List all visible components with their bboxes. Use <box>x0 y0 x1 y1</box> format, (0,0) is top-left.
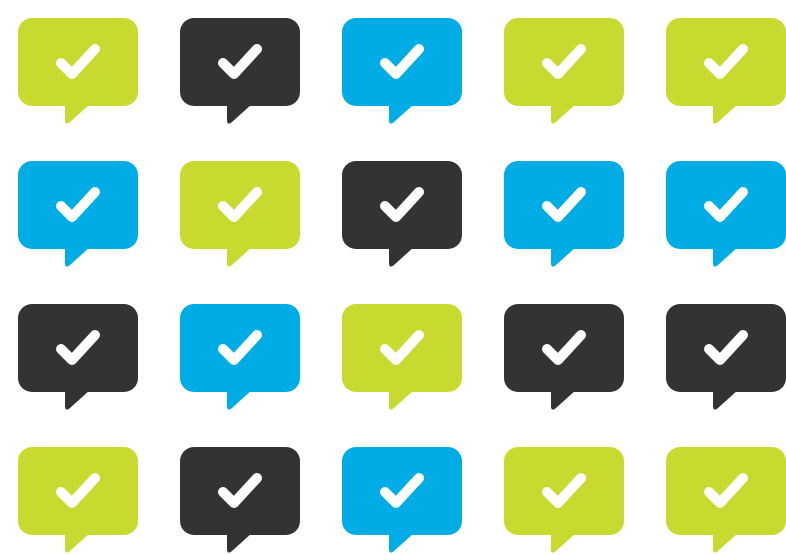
icon-pattern-grid <box>0 0 786 553</box>
check-speech-bubble-icon <box>342 161 462 269</box>
check-speech-bubble-icon <box>18 447 138 555</box>
check-speech-bubble-icon <box>504 161 624 269</box>
check-speech-bubble-icon <box>342 18 462 126</box>
check-speech-bubble-icon <box>180 447 300 555</box>
check-speech-bubble-icon <box>342 447 462 555</box>
check-speech-bubble-icon <box>342 304 462 412</box>
check-speech-bubble-icon <box>666 447 786 555</box>
check-speech-bubble-icon <box>180 161 300 269</box>
check-speech-bubble-icon <box>666 18 786 126</box>
check-speech-bubble-icon <box>504 18 624 126</box>
check-speech-bubble-icon <box>666 161 786 269</box>
check-speech-bubble-icon <box>666 304 786 412</box>
check-speech-bubble-icon <box>504 447 624 555</box>
check-speech-bubble-icon <box>18 18 138 126</box>
check-speech-bubble-icon <box>504 304 624 412</box>
check-speech-bubble-icon <box>18 161 138 269</box>
check-speech-bubble-icon <box>180 18 300 126</box>
check-speech-bubble-icon <box>18 304 138 412</box>
check-speech-bubble-icon <box>180 304 300 412</box>
